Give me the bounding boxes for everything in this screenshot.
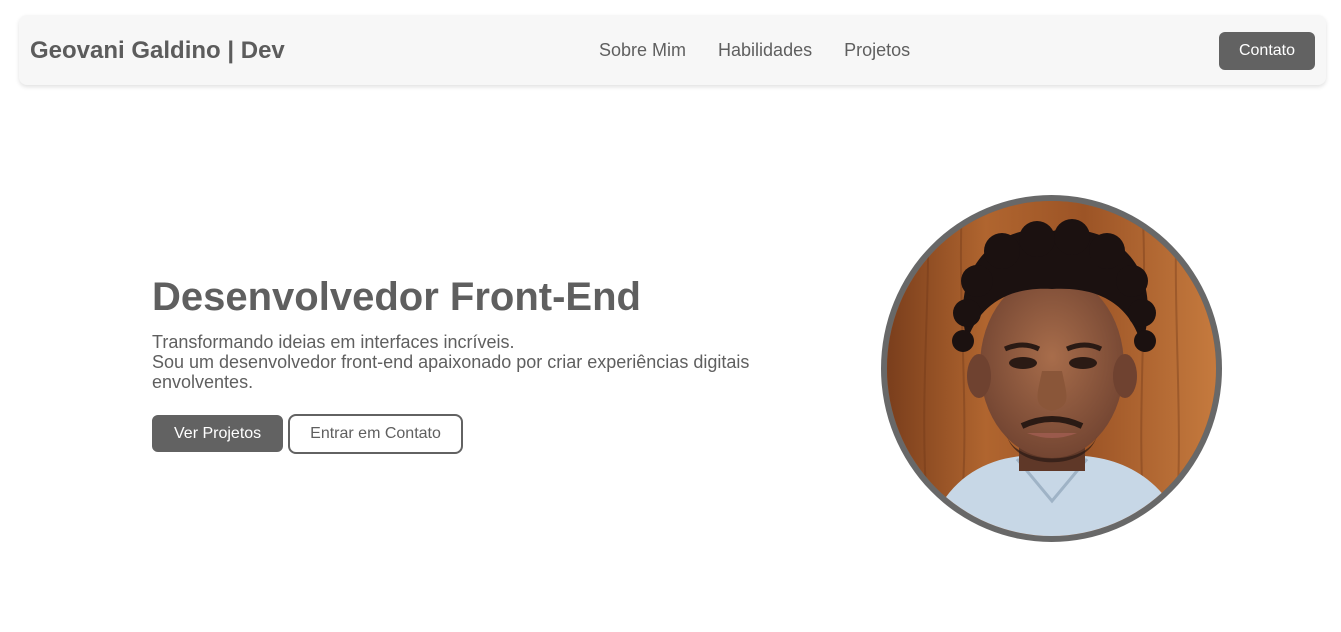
hero-description: Sou um desenvolvedor front-end apaixonad… <box>152 352 750 392</box>
brand-logo[interactable]: Geovani Galdino | Dev <box>30 37 285 65</box>
profile-photo-illustration <box>887 201 1216 536</box>
navbar: Geovani Galdino | Dev Sobre Mim Habilida… <box>19 15 1326 85</box>
nav-link-projetos[interactable]: Projetos <box>844 39 910 61</box>
hero-subtitle: Transformando ideias em interfaces incrí… <box>152 332 812 392</box>
contact-button[interactable]: Contato <box>1219 32 1315 70</box>
nav-links: Sobre Mim Habilidades Projetos <box>599 39 910 61</box>
nav-link-sobre-mim[interactable]: Sobre Mim <box>599 39 686 61</box>
hero-tagline: Transformando ideias em interfaces incrí… <box>152 332 515 352</box>
hero-buttons: Ver Projetos Entrar em Contato <box>152 414 463 454</box>
view-projects-button[interactable]: Ver Projetos <box>152 415 284 452</box>
hero-title: Desenvolvedor Front-End <box>152 275 641 319</box>
nav-link-habilidades[interactable]: Habilidades <box>718 39 812 61</box>
get-in-touch-button[interactable]: Entrar em Contato <box>288 414 463 454</box>
profile-photo <box>881 195 1222 542</box>
